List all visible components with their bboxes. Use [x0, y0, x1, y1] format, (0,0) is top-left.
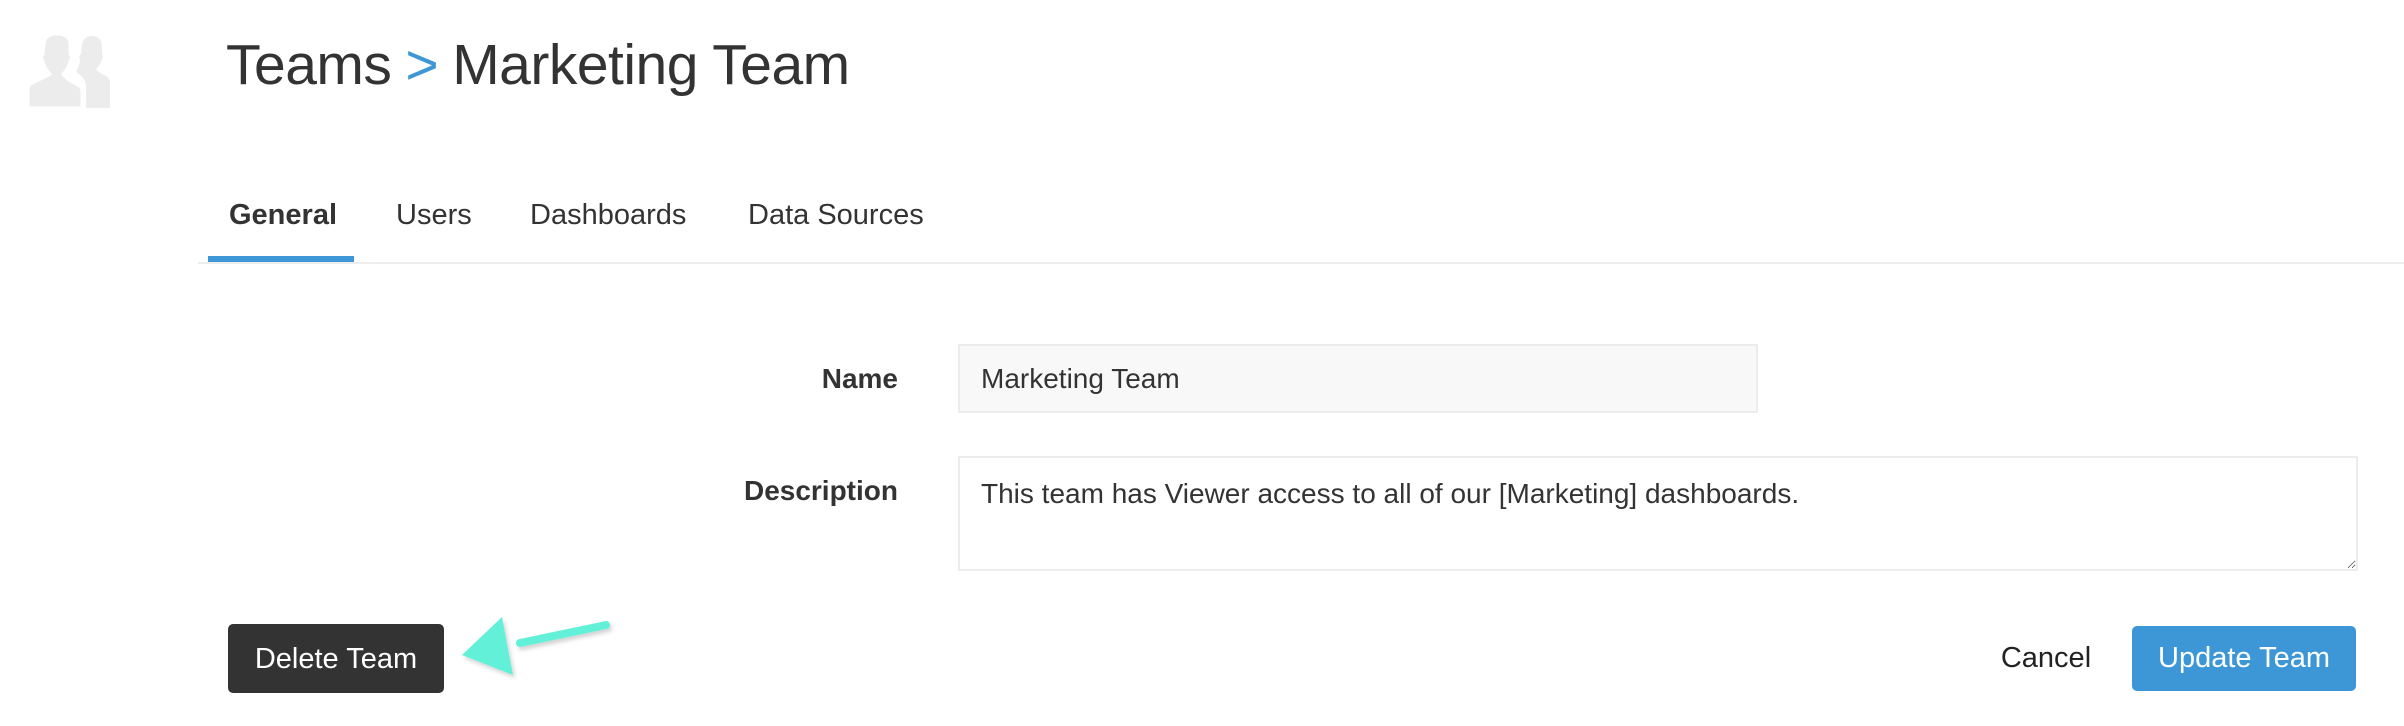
team-users-icon — [26, 34, 114, 110]
description-textarea[interactable]: This team has Viewer access to all of ou… — [958, 456, 2358, 571]
name-input[interactable] — [958, 344, 1758, 413]
annotation-arrow-icon — [462, 617, 610, 675]
cancel-button[interactable]: Cancel — [1996, 626, 2096, 691]
arrow-shape — [462, 617, 610, 675]
tab-dashboards[interactable]: Dashboards — [530, 193, 686, 263]
tab-general[interactable]: General — [229, 193, 337, 263]
page-title: Teams > Marketing Team — [226, 30, 850, 100]
breadcrumb-separator-icon: > — [405, 33, 439, 97]
name-label: Name — [821, 363, 898, 394]
tab-users[interactable]: Users — [396, 193, 472, 263]
tab-divider — [198, 262, 2404, 264]
update-team-button[interactable]: Update Team — [2132, 626, 2356, 691]
description-label: Description — [743, 475, 898, 506]
delete-team-button[interactable]: Delete Team — [228, 624, 444, 693]
tab-data-sources[interactable]: Data Sources — [748, 193, 924, 263]
breadcrumb-current: Marketing Team — [452, 33, 850, 97]
breadcrumb-parent-teams[interactable]: Teams — [226, 33, 392, 97]
